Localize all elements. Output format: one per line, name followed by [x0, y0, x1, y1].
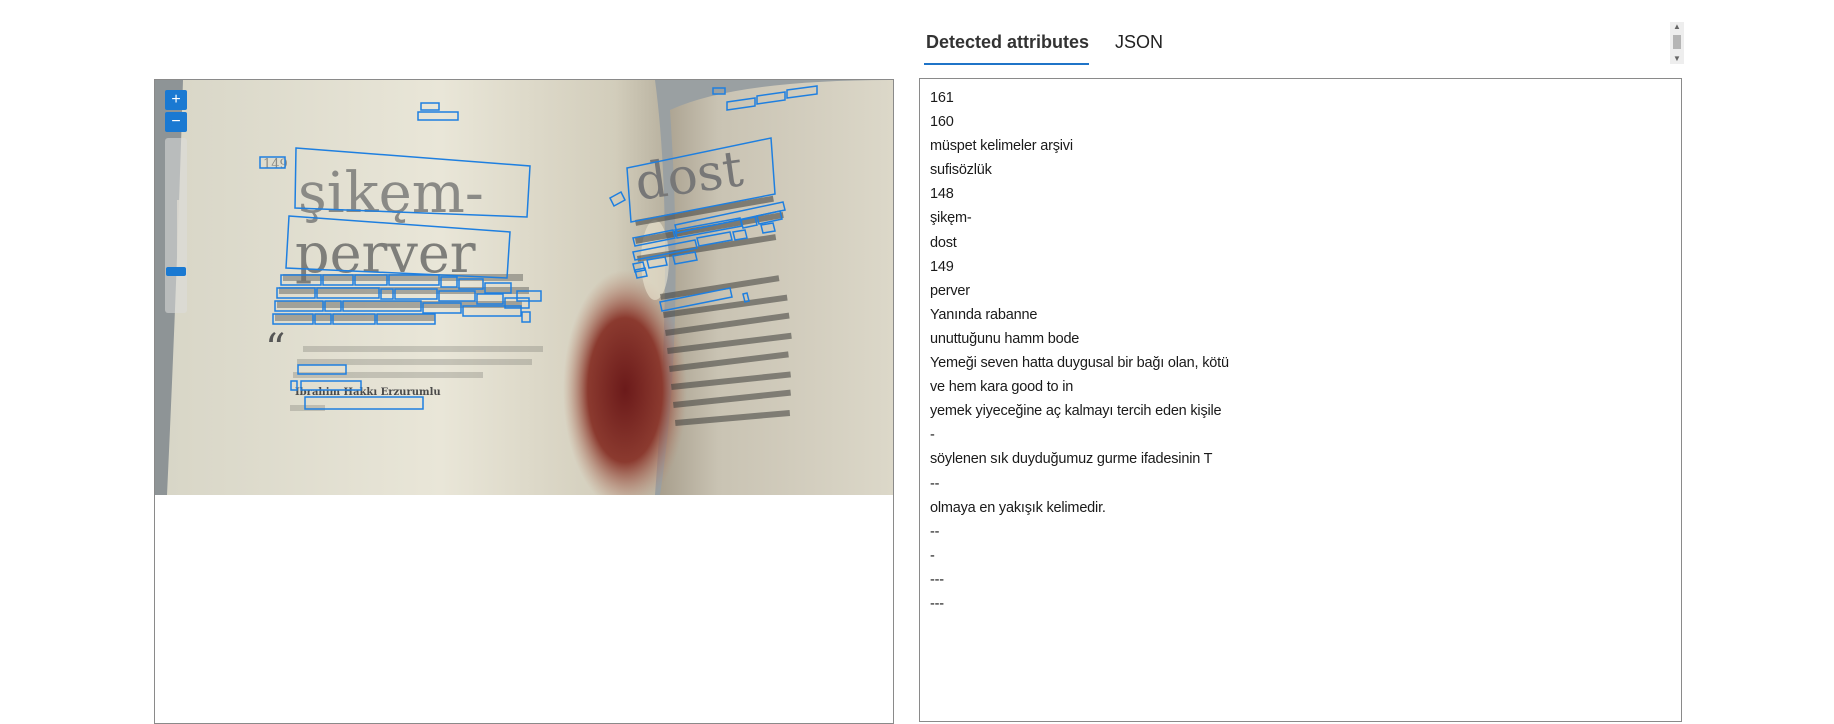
detected-line: - — [930, 547, 935, 564]
zoom-in-button[interactable]: + — [165, 90, 187, 110]
tab-bar: Detected attributes JSON — [924, 28, 1187, 65]
detected-line: perver — [930, 282, 970, 299]
detected-line: Yemeği seven hatta duygusal bir bağı ola… — [930, 355, 1229, 372]
detected-line: --- — [930, 595, 944, 612]
page-number-label: 149 — [263, 157, 288, 172]
triangle-down-icon[interactable]: ▼ — [1670, 54, 1684, 64]
detected-line: 149 — [930, 258, 954, 275]
detected-line: 161 — [930, 90, 954, 106]
detected-line: --- — [930, 571, 944, 588]
detected-line: -- — [930, 523, 940, 540]
svg-text:“: “ — [265, 326, 285, 372]
detected-line: 160 — [930, 114, 954, 131]
detected-line: - — [930, 427, 935, 444]
detected-line: müspet kelimeler arşivi — [930, 138, 1073, 155]
detected-lines-list: 161 160 müspet kelimeler arşivi sufisözlük 1… — [930, 86, 1681, 616]
book-photo: şikęm- perver dost 149 “ Ibrahim Hakkı E… — [155, 80, 893, 495]
detected-line: dost — [930, 234, 957, 251]
detected-line: Yanında rabanne — [930, 306, 1038, 323]
triangle-up-icon[interactable]: ▲ — [1670, 22, 1684, 32]
detected-line: sufisözlük — [930, 162, 992, 179]
tab-detected-attributes[interactable]: Detected attributes — [924, 28, 1090, 65]
zoom-slider-handle[interactable] — [166, 267, 186, 276]
headword-sikem: şikęm- — [298, 161, 484, 226]
app-root: şikęm- perver dost 149 “ Ibrahim Hakkı E… — [0, 0, 1834, 724]
tab-scrollbar[interactable]: ▲ ▼ — [1670, 22, 1684, 64]
detected-line: şikęm- — [930, 210, 972, 227]
detected-line: yemek yiyeceğine aç kalmayı tercih eden … — [930, 403, 1222, 420]
scrollbar-thumb[interactable] — [1673, 35, 1681, 49]
image-viewer[interactable]: şikęm- perver dost 149 “ Ibrahim Hakkı E… — [154, 79, 894, 724]
zoom-slider[interactable] — [165, 138, 187, 313]
detected-line: 148 — [930, 186, 954, 203]
detected-line: unuttuğunu hamm bode — [930, 330, 1080, 347]
detected-line: söylenen sık duyduğumuz gurme ifadesinin… — [930, 451, 1213, 468]
detected-line: -- — [930, 475, 940, 492]
detected-line: ve hem kara good to in — [930, 379, 1074, 396]
zoom-out-button[interactable]: − — [165, 112, 187, 132]
detected-lines-panel[interactable]: 161 160 müspet kelimeler arşivi sufisözlük 1… — [919, 78, 1682, 722]
detected-line: olmaya en yakışık kelimedir. — [930, 499, 1106, 516]
tab-json[interactable]: JSON — [1113, 28, 1163, 63]
